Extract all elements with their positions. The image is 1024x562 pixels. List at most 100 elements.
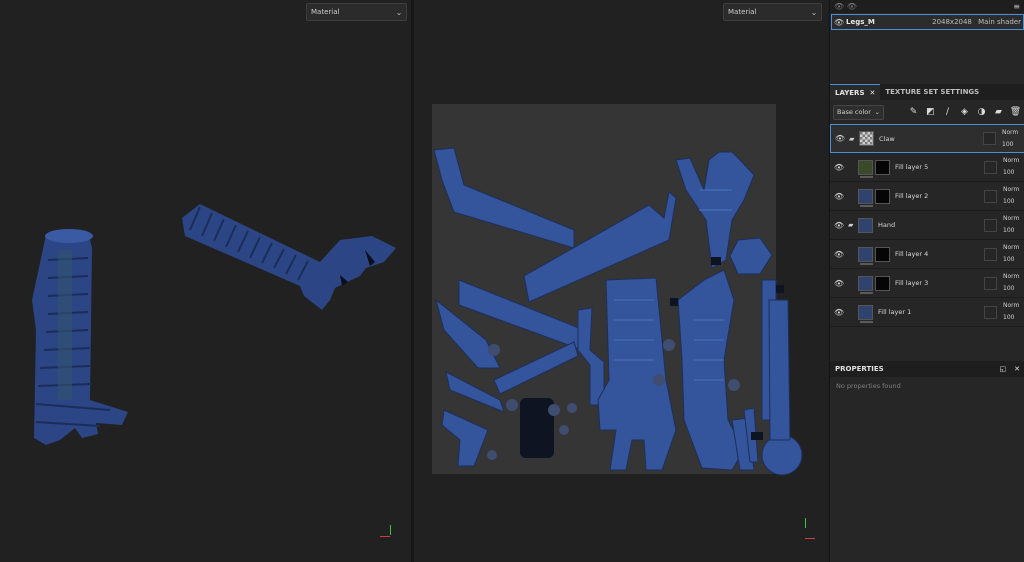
mesh-3d[interactable] <box>0 0 411 562</box>
opacity-value[interactable]: 100 <box>1003 196 1024 208</box>
opacity-value[interactable]: 100 <box>1002 139 1024 151</box>
leg-mesh <box>32 229 128 445</box>
blend-mode[interactable]: Norm <box>1003 300 1024 312</box>
tab-texture-set-settings-label: TEXTURE SET SETTINGS <box>885 88 980 96</box>
right-panel: 👁 👁 ≡ 👁 Legs_M 2048x2048 Main shader LAY… <box>829 0 1024 562</box>
opacity-value[interactable]: 100 <box>1003 167 1024 179</box>
close-icon[interactable]: ✕ <box>1014 365 1020 373</box>
eye-icon[interactable]: 👁 <box>831 134 849 143</box>
layer-blend[interactable]: Norm 100 <box>1003 271 1024 295</box>
layer-name: Fill layer 3 <box>895 279 929 287</box>
layer-mask-slot[interactable] <box>983 132 996 145</box>
layer-mask-thumbnail[interactable] <box>875 246 890 262</box>
folder-icon[interactable]: ▰ <box>848 221 858 229</box>
fill-icon[interactable]: ◈ <box>958 106 971 119</box>
properties-empty-text: No properties found <box>836 382 901 390</box>
layer-mask-slot[interactable] <box>984 218 997 232</box>
layer-row[interactable]: 👁 Fill layer 4 Norm 100 <box>830 240 1024 269</box>
tab-layers[interactable]: LAYERS ✕ <box>830 84 881 100</box>
chevron-down-icon: ⌄ <box>874 108 880 116</box>
layer-mask-thumbnail[interactable] <box>875 159 890 175</box>
blend-mode[interactable]: Norm <box>1003 271 1024 283</box>
layer-thumbnail <box>858 304 873 320</box>
opacity-value[interactable]: 100 <box>1003 225 1024 237</box>
axis-y-icon <box>805 518 806 528</box>
opacity-value[interactable]: 100 <box>1003 283 1024 295</box>
layer-thumbnail <box>859 131 874 146</box>
opacity-value[interactable]: 100 <box>1003 312 1024 324</box>
uv-map[interactable] <box>414 0 828 562</box>
folder-icon[interactable]: ▰ <box>849 135 859 143</box>
layer-blend[interactable]: Norm 100 <box>1003 155 1024 179</box>
layer-mask-slot[interactable] <box>984 305 997 319</box>
trash-icon[interactable]: 🗑 <box>1009 106 1022 119</box>
viewport-2d[interactable]: Material ⌄ <box>414 0 828 562</box>
texture-set-shader[interactable]: Main shader <box>978 18 1023 26</box>
layer-blend[interactable]: Norm 100 <box>1003 213 1024 237</box>
layer-mask-thumbnail[interactable] <box>875 275 890 291</box>
layer-name: Fill layer 4 <box>895 250 929 258</box>
eye-icon[interactable]: 👁 <box>830 250 848 259</box>
opacity-value[interactable]: 100 <box>1003 254 1024 266</box>
smart-material-icon[interactable]: ◩ <box>924 106 937 119</box>
layer-row[interactable]: 👁 Fill layer 3 Norm 100 <box>830 269 1024 298</box>
layer-stack: 👁 ▰ Claw Norm 100 👁 Fill layer 5 Norm 100 <box>830 124 1024 327</box>
blend-mode[interactable]: Norm <box>1002 127 1024 139</box>
blend-mode[interactable]: Norm <box>1003 213 1024 225</box>
visibility-icons[interactable]: 👁 👁 <box>834 2 857 11</box>
layer-name: Claw <box>879 134 895 143</box>
close-icon[interactable]: ✕ <box>870 89 876 97</box>
blend-mode[interactable]: Norm <box>1003 155 1024 167</box>
layer-name: Fill layer 2 <box>895 192 929 200</box>
blend-mode[interactable]: Norm <box>1003 242 1024 254</box>
axis-y-icon <box>390 525 391 535</box>
layer-thumbnail <box>858 275 873 291</box>
layer-row[interactable]: 👁 Fill layer 2 Norm 100 <box>830 182 1024 211</box>
tab-layers-label: LAYERS <box>835 88 865 97</box>
layer-mask-slot[interactable] <box>984 189 997 203</box>
properties-title: PROPERTIES <box>835 365 884 373</box>
channel-select-label: Base color <box>837 108 871 116</box>
eye-icon[interactable]: 👁 <box>830 308 848 317</box>
layer-mask-thumbnail[interactable] <box>875 188 890 204</box>
layer-blend[interactable]: Norm 100 <box>1003 184 1024 208</box>
layer-thumbnail <box>858 246 873 262</box>
effects-icon[interactable]: ◑ <box>975 106 988 119</box>
eye-icon[interactable]: 👁 <box>830 279 848 288</box>
layer-blend[interactable]: Norm 100 <box>1003 242 1024 266</box>
folder-icon[interactable]: ▰ <box>992 106 1005 119</box>
layer-row[interactable]: 👁 Fill layer 1 Norm 100 <box>830 298 1024 327</box>
layer-blend[interactable]: Norm 100 <box>1002 127 1024 151</box>
texture-set-row[interactable]: 👁 Legs_M 2048x2048 Main shader <box>831 14 1024 30</box>
arm-mesh <box>182 204 396 310</box>
paint-brush-icon[interactable]: ✎ <box>907 106 920 119</box>
layer-row[interactable]: 👁 ▰ Claw Norm 100 <box>830 124 1024 153</box>
layer-name: Fill layer 5 <box>895 163 929 171</box>
eye-icon[interactable]: 👁 <box>830 192 848 201</box>
layer-blend[interactable]: Norm 100 <box>1003 300 1024 324</box>
undock-icon[interactable]: ◱ <box>1000 365 1007 373</box>
layer-mask-slot[interactable] <box>984 160 997 174</box>
layers-toolbar: Base color ⌄ ✎ ◩ ∕ ◈ ◑ ▰ 🗑 <box>830 101 1024 123</box>
layer-name: Fill layer 1 <box>878 308 912 316</box>
brush-icon[interactable]: ∕ <box>941 106 954 119</box>
blend-mode[interactable]: Norm <box>1003 184 1024 196</box>
texture-set-resolution[interactable]: 2048x2048 <box>926 18 978 26</box>
menu-icon[interactable]: ≡ <box>1013 2 1020 11</box>
texture-set-name: Legs_M <box>846 18 875 26</box>
layer-mask-slot[interactable] <box>984 247 997 261</box>
axis-x-icon <box>380 536 390 537</box>
eye-icon[interactable]: 👁 <box>830 163 848 172</box>
layer-thumbnail <box>858 217 873 233</box>
layer-row[interactable]: 👁 Fill layer 5 Norm 100 <box>830 153 1024 182</box>
tab-texture-set-settings[interactable]: TEXTURE SET SETTINGS <box>880 84 984 100</box>
channel-select[interactable]: Base color ⌄ <box>833 104 884 120</box>
viewport-3d[interactable]: Material ⌄ <box>0 0 411 562</box>
layer-row[interactable]: 👁 ▰ Hand Norm 100 <box>830 211 1024 240</box>
eye-icon[interactable]: 👁 <box>830 221 848 230</box>
painter-window: Material ⌄ Material ⌄ 👁 👁 ≡ 👁 Legs_M 204… <box>0 0 1024 562</box>
eye-icon[interactable]: 👁 <box>832 18 846 27</box>
layer-thumbnail <box>858 188 873 204</box>
layer-name: Hand <box>878 221 896 229</box>
layer-mask-slot[interactable] <box>984 276 997 290</box>
